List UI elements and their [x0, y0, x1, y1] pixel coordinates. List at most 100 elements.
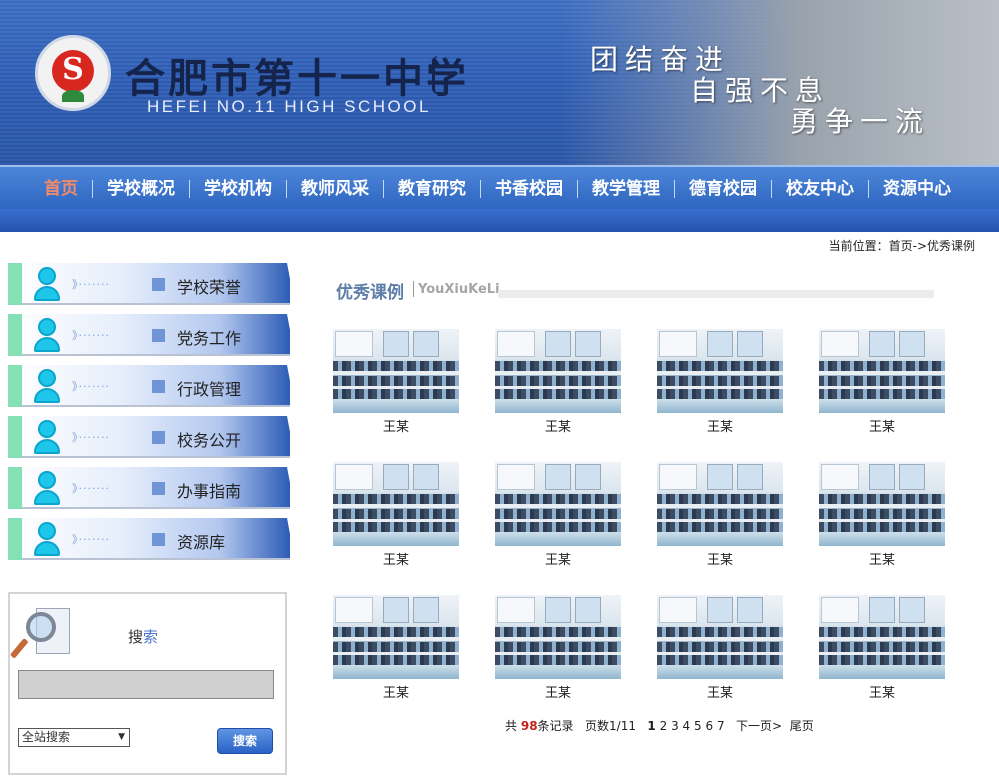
gallery-caption[interactable]: 王某: [819, 416, 945, 435]
gallery-caption[interactable]: 王某: [657, 682, 783, 701]
pager-page-link[interactable]: 3: [671, 719, 679, 733]
square-bullet-icon: [152, 329, 165, 342]
pager-total-suffix: 条记录: [537, 719, 574, 733]
photo-board: [497, 464, 535, 490]
sidebar-dots: 》·······: [72, 380, 110, 393]
sidebar-accent-bar: [8, 365, 22, 407]
gallery-caption[interactable]: 王某: [819, 549, 945, 568]
gallery-card[interactable]: 王某: [495, 329, 621, 435]
photo-students-row: [333, 509, 459, 519]
user-icon: [32, 471, 62, 505]
sidebar-item-label: 行政管理: [177, 380, 242, 399]
search-scope-select[interactable]: 全站搜索 ▼: [18, 728, 130, 747]
classroom-photo[interactable]: [333, 595, 459, 679]
nav-item[interactable]: 书香校园: [481, 167, 577, 211]
nav-item[interactable]: 学校机构: [190, 167, 286, 211]
pager-page-link[interactable]: 5: [694, 719, 702, 733]
pager-last-link[interactable]: 尾页: [790, 719, 814, 733]
search-button[interactable]: 搜索: [217, 728, 273, 754]
nav-item[interactable]: 教学管理: [578, 167, 674, 211]
gallery-card[interactable]: 王某: [819, 462, 945, 568]
gallery-caption[interactable]: 王某: [495, 682, 621, 701]
photo-students-row: [495, 389, 621, 399]
photo-students-row: [495, 642, 621, 652]
classroom-photo[interactable]: [495, 329, 621, 413]
sidebar-dots: 》·······: [72, 482, 110, 495]
photo-front-desks: [819, 665, 945, 679]
sidebar-item[interactable]: 》······· 校务公开: [8, 416, 290, 458]
photo-students-row: [819, 642, 945, 652]
classroom-photo[interactable]: [495, 462, 621, 546]
nav-item[interactable]: 首页: [30, 167, 92, 211]
sidebar-item[interactable]: 》······· 学校荣誉: [8, 263, 290, 305]
nav-item[interactable]: 校友中心: [772, 167, 868, 211]
classroom-photo[interactable]: [495, 595, 621, 679]
sidebar-item[interactable]: 》······· 资源库: [8, 518, 290, 560]
gallery-caption[interactable]: 王某: [495, 549, 621, 568]
gallery-card[interactable]: 王某: [333, 595, 459, 701]
gallery-card[interactable]: 王某: [333, 329, 459, 435]
gallery-caption[interactable]: 王某: [333, 549, 459, 568]
nav-item[interactable]: 教育研究: [384, 167, 480, 211]
sidebar-item[interactable]: 》······· 党务工作: [8, 314, 290, 356]
gallery-caption[interactable]: 王某: [657, 416, 783, 435]
pager-page-link[interactable]: 4: [683, 719, 691, 733]
photo-window: [707, 464, 733, 490]
pager-page-link[interactable]: 2: [660, 719, 668, 733]
sidebar-dots: 》·······: [72, 533, 110, 546]
gallery-card[interactable]: 王某: [495, 595, 621, 701]
pager-page-link[interactable]: 1: [647, 719, 655, 733]
photo-window: [413, 597, 439, 623]
gallery-caption[interactable]: 王某: [657, 549, 783, 568]
photo-desk-row: [495, 637, 621, 641]
school-logo[interactable]: S: [35, 35, 111, 111]
photo-students-row: [657, 642, 783, 652]
photo-board: [821, 464, 859, 490]
sidebar-item[interactable]: 》······· 办事指南: [8, 467, 290, 509]
sidebar-item[interactable]: 》······· 行政管理: [8, 365, 290, 407]
signature-mark: [432, 56, 446, 94]
sidebar-dots: 》·······: [72, 431, 110, 444]
sidebar-item-label: 资源库: [177, 533, 226, 552]
gallery-card[interactable]: 王某: [819, 329, 945, 435]
classroom-photo[interactable]: [819, 462, 945, 546]
classroom-photo[interactable]: [333, 462, 459, 546]
classroom-photo[interactable]: [657, 329, 783, 413]
classroom-photo[interactable]: [819, 595, 945, 679]
school-name-en: HEFEI NO.11 HIGH SCHOOL: [147, 97, 431, 116]
gallery-card[interactable]: 王某: [657, 462, 783, 568]
gallery-card[interactable]: 王某: [333, 462, 459, 568]
gallery-caption[interactable]: 王某: [819, 682, 945, 701]
gallery-caption[interactable]: 王某: [333, 416, 459, 435]
gallery-card[interactable]: 王某: [819, 595, 945, 701]
search-input[interactable]: [18, 670, 274, 699]
section-title-divider: [413, 281, 414, 297]
photo-board: [497, 331, 535, 357]
pager-page-link[interactable]: 7: [717, 719, 725, 733]
photo-front-desks: [333, 665, 459, 679]
pager-page-links: 1 2 3 4 5 6 7: [647, 719, 724, 733]
photo-desk-row: [819, 371, 945, 375]
sidebar-accent-bar: [8, 314, 22, 356]
nav-item[interactable]: 资源中心: [869, 167, 965, 211]
gallery-caption[interactable]: 王某: [333, 682, 459, 701]
nav-item[interactable]: 德育校园: [675, 167, 771, 211]
gallery-caption[interactable]: 王某: [495, 416, 621, 435]
gallery-card[interactable]: 王某: [657, 329, 783, 435]
photo-students-row: [333, 627, 459, 637]
classroom-photo[interactable]: [657, 462, 783, 546]
classroom-photo[interactable]: [819, 329, 945, 413]
photo-window: [575, 464, 601, 490]
gallery-card[interactable]: 王某: [495, 462, 621, 568]
gallery-card[interactable]: 王某: [657, 595, 783, 701]
search-title-b: 索: [143, 628, 159, 646]
photo-students-row: [495, 655, 621, 665]
nav-item[interactable]: 学校概况: [93, 167, 189, 211]
pager-page-link[interactable]: 6: [705, 719, 713, 733]
photo-board: [335, 464, 373, 490]
classroom-photo[interactable]: [657, 595, 783, 679]
classroom-photo[interactable]: [333, 329, 459, 413]
pager-next-link[interactable]: 下一页>: [736, 719, 782, 733]
nav-item[interactable]: 教师风采: [287, 167, 383, 211]
sidebar-accent-bar: [8, 263, 22, 305]
